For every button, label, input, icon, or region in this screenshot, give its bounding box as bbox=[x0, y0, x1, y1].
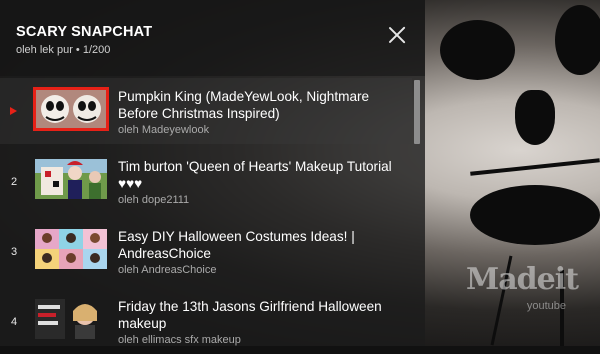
video-thumbnail[interactable] bbox=[35, 299, 107, 339]
playlist-title[interactable]: SCARY SNAPCHAT bbox=[16, 24, 152, 40]
video-channel: oleh Madeyewlook bbox=[118, 124, 210, 136]
video-title[interactable]: Easy DIY Halloween Costumes Ideas! | And… bbox=[118, 228, 408, 262]
playlist-index: 2 bbox=[10, 176, 18, 188]
video-title[interactable]: Friday the 13th Jasons Girlfriend Hallow… bbox=[118, 298, 408, 332]
playlist-subtitle: oleh lek pur • 1/200 bbox=[16, 44, 111, 56]
playlist-scrollbar[interactable] bbox=[413, 80, 421, 346]
playlist-item[interactable]: 4 Friday the 13th Jasons Girlfriend Hall… bbox=[0, 288, 412, 354]
video-channel: oleh AndreasChoice bbox=[118, 264, 217, 276]
video-thumbnail[interactable] bbox=[35, 229, 107, 269]
video-thumbnail[interactable] bbox=[35, 159, 107, 199]
close-icon[interactable] bbox=[384, 22, 410, 48]
playlist-panel: SCARY SNAPCHAT oleh lek pur • 1/200 Pump… bbox=[0, 0, 425, 346]
playlist-index: 3 bbox=[10, 246, 18, 258]
video-channel: oleh dope2111 bbox=[118, 194, 190, 206]
video-channel: oleh ellimacs sfx makeup bbox=[118, 334, 241, 346]
video-title[interactable]: Tim burton 'Queen of Hearts' Makeup Tuto… bbox=[118, 158, 408, 192]
face-eye-left bbox=[440, 20, 515, 80]
playlist-item[interactable]: Pumpkin King (MadeYewLook, Nightmare Bef… bbox=[0, 78, 412, 144]
video-watermark: Madeit bbox=[466, 262, 579, 297]
video-thumbnail[interactable] bbox=[33, 87, 109, 131]
playlist-item[interactable]: 3 Easy DIY Halloween Costumes Ideas! | A… bbox=[0, 218, 412, 284]
playlist-item[interactable]: 2 Tim burton 'Queen of Hearts' Makeup Tu… bbox=[0, 148, 412, 214]
scrollbar-thumb[interactable] bbox=[414, 80, 420, 144]
face-eye-right bbox=[555, 5, 600, 75]
face-mouth bbox=[470, 185, 600, 245]
video-title[interactable]: Pumpkin King (MadeYewLook, Nightmare Bef… bbox=[118, 88, 408, 122]
face-stitch bbox=[470, 158, 600, 176]
playlist-list: Pumpkin King (MadeYewLook, Nightmare Bef… bbox=[0, 78, 412, 346]
face-nose bbox=[515, 90, 555, 145]
playlist-index: 4 bbox=[10, 316, 18, 328]
now-playing-icon bbox=[10, 107, 17, 115]
video-watermark-sub: youtube bbox=[526, 300, 566, 312]
playlist-header: SCARY SNAPCHAT oleh lek pur • 1/200 bbox=[0, 0, 425, 76]
